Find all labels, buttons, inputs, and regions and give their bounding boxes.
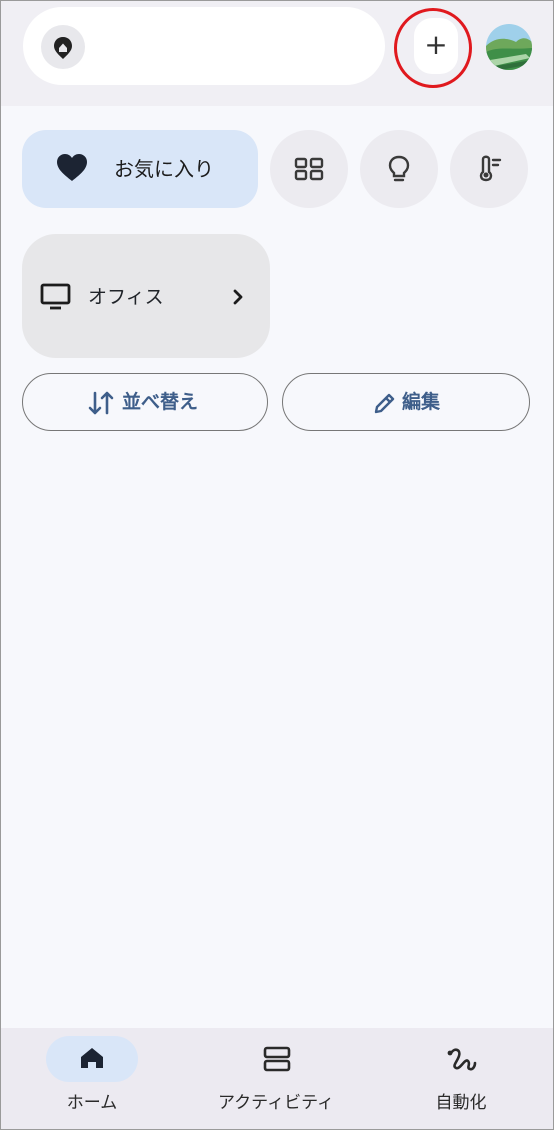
home-icon	[81, 1048, 103, 1068]
home-location-button[interactable]	[41, 25, 85, 69]
climate-chip[interactable]	[450, 130, 528, 208]
nav-item-automation[interactable]: 自動化	[369, 1028, 553, 1129]
highlight-ring	[394, 8, 472, 88]
nav-item-activity[interactable]: アクティビティ	[185, 1028, 369, 1129]
nav-label-home: ホーム	[66, 1093, 118, 1113]
edit-label: 編集	[402, 391, 441, 413]
thermostat-icon	[479, 155, 502, 182]
reorder-button[interactable]: 並べ替え	[22, 373, 268, 431]
nav-label-automation: 自動化	[435, 1093, 487, 1113]
automation-icon	[447, 1048, 477, 1071]
all-devices-chip[interactable]	[270, 130, 348, 208]
edit-button[interactable]: 編集	[282, 373, 530, 431]
top-app-bar: +	[1, 1, 553, 106]
avatar-landscape-icon	[486, 24, 532, 70]
bottom-navigation: ホーム アクティビティ 自動化	[1, 1028, 553, 1129]
lighting-chip[interactable]	[360, 130, 438, 208]
chevron-right-icon	[233, 289, 243, 305]
favorites-label: お気に入り	[114, 157, 214, 181]
lightbulb-icon	[388, 155, 410, 182]
grid-icon	[294, 157, 324, 181]
avatar[interactable]	[486, 24, 532, 70]
reorder-label: 並べ替え	[122, 391, 199, 413]
home-pin-icon	[54, 37, 72, 59]
activity-icon	[263, 1046, 291, 1072]
nav-label-activity: アクティビティ	[217, 1093, 335, 1113]
favorites-chip[interactable]: お気に入り	[22, 130, 258, 208]
nav-item-home[interactable]: ホーム	[1, 1028, 185, 1129]
room-card-office[interactable]: オフィス	[22, 234, 270, 358]
